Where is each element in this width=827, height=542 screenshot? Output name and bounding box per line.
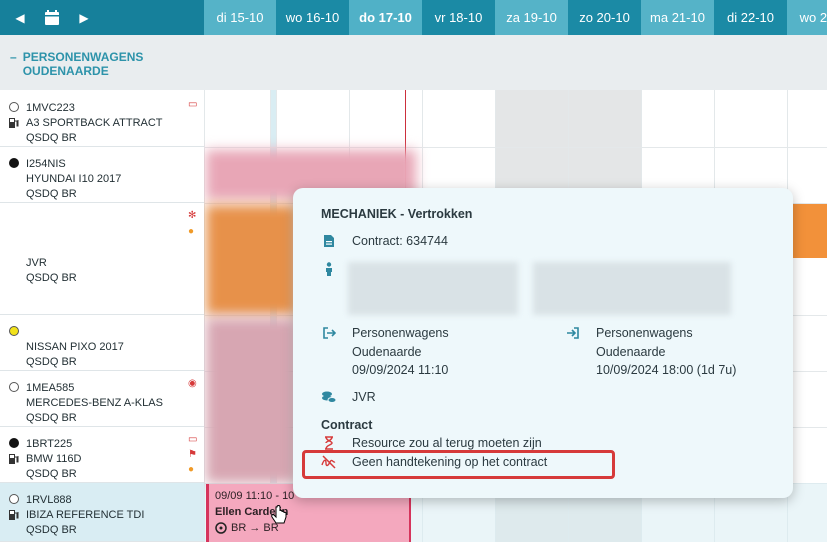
calendar-header: ◀ ▶ di 15-10 wo 16-10 do 17-10 vr 18-10 za 1… xyxy=(0,0,827,35)
vehicle-location: QSDQ BR xyxy=(26,524,77,536)
fuel-pump-icon xyxy=(9,510,19,520)
vehicle-plate: 1MEA585 xyxy=(26,382,75,394)
redacted-driver xyxy=(533,262,731,315)
previous-week-button[interactable]: ◀ xyxy=(10,8,30,28)
day-header[interactable]: di 22-10 xyxy=(714,0,787,35)
status-dot-icon xyxy=(9,326,19,336)
vehicle-model: NISSAN PIXO 2017 xyxy=(26,341,124,353)
fuel-drop-icon: ● xyxy=(188,226,195,237)
vehicle-row[interactable]: 1RVL888 IBIZA REFERENCE TDI QSDQ BR xyxy=(0,483,204,542)
blurred-reservation[interactable] xyxy=(206,205,296,315)
redacted-customer xyxy=(348,262,518,315)
vehicle-plate: I254NIS xyxy=(26,158,66,170)
chevron-left-icon: ◀ xyxy=(15,10,25,25)
departure-location-line1: Personenwagens xyxy=(352,326,449,340)
vehicle-row[interactable]: I254NIS HYUNDAI I10 2017 QSDQ BR xyxy=(0,147,204,203)
vehicle-location: QSDQ BR xyxy=(26,412,77,424)
status-badge-icon: ▭ xyxy=(188,99,198,110)
cursor-hand-icon xyxy=(271,505,287,524)
vehicle-row[interactable]: 1BRT225 BMW 116D QSDQ BR ▭ ⚑ ● xyxy=(0,427,204,483)
person-icon xyxy=(321,261,337,277)
day-column[interactable] xyxy=(787,90,827,542)
day-header[interactable]: vr 18-10 xyxy=(422,0,495,35)
hourglass-warning-icon xyxy=(321,435,337,451)
status-dot-icon xyxy=(9,382,19,392)
return-icon xyxy=(565,325,581,341)
fuel-pump-icon xyxy=(9,118,19,128)
vehicle-location: QSDQ BR xyxy=(26,468,77,480)
vehicle-model: HYUNDAI I10 2017 xyxy=(26,173,122,185)
vehicle-plate: 1MVC223 xyxy=(26,102,75,114)
day-header[interactable]: zo 20-10 xyxy=(568,0,641,35)
contract-number: Contract: 634744 xyxy=(352,234,448,248)
highlight-box xyxy=(302,450,615,479)
eye-icon: ◉ xyxy=(188,378,197,389)
group-name-line2: OUDENAARDE xyxy=(22,64,109,78)
vehicle-model: MERCEDES-BENZ A-KLAS xyxy=(26,397,163,409)
vehicle-row[interactable]: JVR QSDQ BR ✻ ● xyxy=(0,203,204,315)
vehicle-model: A3 SPORTBACK ATTRACT xyxy=(26,117,163,129)
vehicle-location: QSDQ BR xyxy=(26,356,77,368)
vehicle-model: JVR xyxy=(26,257,47,269)
vehicle-location: QSDQ BR xyxy=(26,132,77,144)
calendar-icon xyxy=(45,9,59,25)
date-navigation: ◀ ▶ xyxy=(0,0,204,35)
status-dot-icon xyxy=(9,102,19,112)
return-location-line2: Oudenaarde xyxy=(596,345,666,359)
coins-icon xyxy=(321,389,337,405)
group-title[interactable]: – PERSONENWAGENS OUDENAARDE xyxy=(10,50,143,78)
status-dot-icon xyxy=(9,494,19,504)
vehicle-row[interactable]: NISSAN PIXO 2017 QSDQ BR xyxy=(0,315,204,371)
reservation-block[interactable] xyxy=(792,204,827,258)
departure-date: 09/09/2024 11:10 xyxy=(352,363,449,377)
vehicle-model: IBIZA REFERENCE TDI xyxy=(26,509,145,521)
vehicle-row[interactable]: 1MEA585 MERCEDES-BENZ A-KLAS QSDQ BR ◉ xyxy=(0,371,204,427)
vehicle-plate: 1BRT225 xyxy=(26,438,73,450)
vehicle-model: BMW 116D xyxy=(26,453,82,465)
contract-section-title: Contract xyxy=(321,418,373,432)
payer-name: JVR xyxy=(352,390,376,404)
status-dot-icon xyxy=(9,438,19,448)
day-header[interactable]: wo 23 xyxy=(787,0,827,35)
return-location-line1: Personenwagens xyxy=(596,326,693,340)
next-week-button[interactable]: ▶ xyxy=(74,8,94,28)
departure-location-line2: Oudenaarde xyxy=(352,345,422,359)
fuel-pump-icon xyxy=(9,454,19,464)
calendar-picker-button[interactable] xyxy=(42,8,62,28)
blurred-reservation[interactable] xyxy=(206,318,296,483)
tooltip-title: MECHANIEK - Vertrokken xyxy=(321,207,473,221)
fuel-drop-icon: ● xyxy=(188,464,195,475)
day-columns-header: di 15-10 wo 16-10 do 17-10 vr 18-10 za 19-10… xyxy=(204,0,827,35)
vehicle-row[interactable]: 1MVC223 A3 SPORTBACK ATTRACT QSDQ BR ▭ xyxy=(0,90,204,147)
day-header[interactable]: do 17-10 xyxy=(349,0,422,35)
flag-icon: ⚑ xyxy=(188,449,197,460)
vehicle-location: QSDQ BR xyxy=(26,188,77,200)
day-header[interactable]: ma 21-10 xyxy=(641,0,714,35)
snowflake-icon: ✻ xyxy=(188,210,197,221)
collapse-toggle-icon[interactable]: – xyxy=(10,50,17,78)
steering-wheel-icon xyxy=(215,522,227,534)
day-header[interactable]: di 15-10 xyxy=(204,0,276,35)
chevron-right-icon: ▶ xyxy=(79,10,89,25)
planning-screen: ◀ ▶ di 15-10 wo 16-10 do 17-10 vr 18-10 za 1… xyxy=(0,0,827,542)
day-header[interactable]: wo 16-10 xyxy=(276,0,349,35)
day-header[interactable]: za 19-10 xyxy=(495,0,568,35)
booking-customer: Ellen Cardelin xyxy=(215,506,289,518)
return-date: 10/09/2024 18:00 (1d 7u) xyxy=(596,363,737,377)
status-badge-icon: ▭ xyxy=(188,434,198,445)
vehicle-location: QSDQ BR xyxy=(26,272,77,284)
status-dot-icon xyxy=(9,158,19,168)
vehicle-plate: 1RVL888 xyxy=(26,494,72,506)
group-name-line1: PERSONENWAGENS xyxy=(22,50,144,64)
departure-icon xyxy=(321,325,337,341)
document-icon xyxy=(321,233,337,249)
